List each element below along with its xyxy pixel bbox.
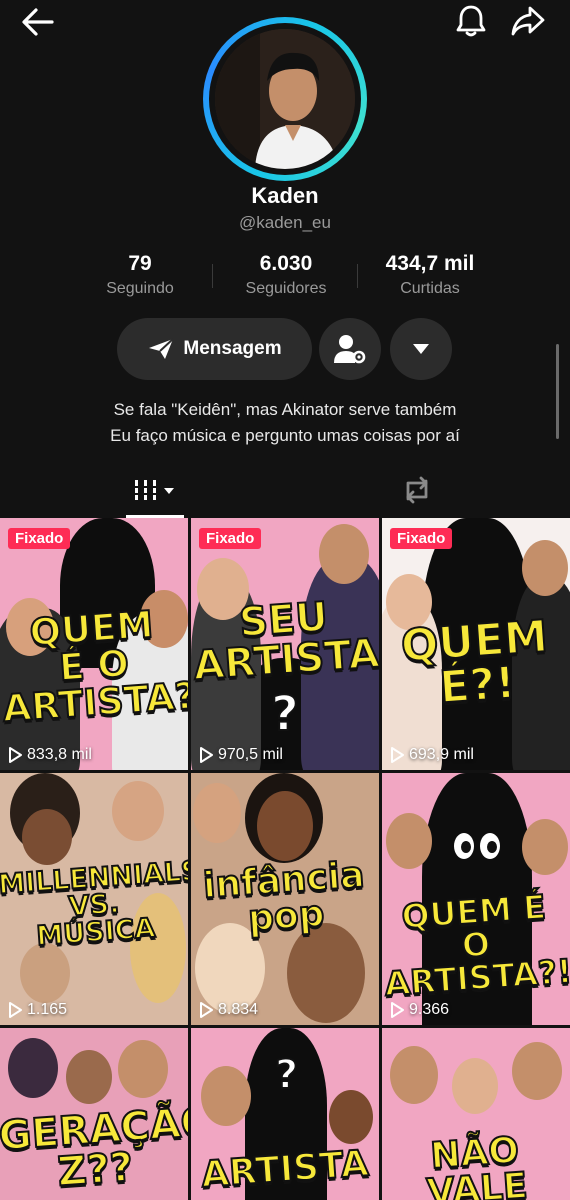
message-button[interactable]: Mensagem bbox=[117, 318, 312, 380]
profile-photo bbox=[215, 29, 355, 169]
stat-label: Curtidas bbox=[400, 280, 460, 297]
thumbnail-title: infância pop bbox=[201, 853, 367, 940]
profile-actions: Mensagem bbox=[0, 318, 570, 380]
thumbnail-title: QUEM É O ARTISTA?? bbox=[0, 602, 188, 732]
pinned-badge: Fixado bbox=[390, 528, 453, 549]
tab-videos[interactable] bbox=[126, 462, 184, 518]
video-thumbnail[interactable]: Fixado QUEM É O ARTISTA?? 833,8 mil bbox=[0, 518, 188, 770]
video-thumbnail[interactable]: QUEM ÉO ARTISTA?! 9.366 bbox=[382, 773, 570, 1025]
scroll-indicator[interactable] bbox=[556, 344, 559, 439]
video-thumbnail[interactable]: ? ARTISTA bbox=[191, 1028, 379, 1200]
video-thumbnail[interactable]: Fixado QUEM É?! 693,9 mil bbox=[382, 518, 570, 770]
tab-reposts[interactable] bbox=[390, 462, 444, 518]
play-icon bbox=[9, 747, 22, 763]
arrow-left-icon bbox=[22, 8, 54, 36]
stat-value: 434,7 mil bbox=[385, 252, 475, 275]
play-icon bbox=[391, 747, 404, 763]
stat-label: Seguindo bbox=[106, 280, 174, 297]
back-button[interactable] bbox=[18, 4, 58, 40]
thumbnail-title: SEU ARTISTA bbox=[191, 593, 379, 690]
stat-likes[interactable]: 434,7 mil Curtidas bbox=[368, 252, 492, 298]
video-thumbnail[interactable]: GERAÇÃO Z?? bbox=[0, 1028, 188, 1200]
profile-stats: 79 Seguindo 6.030 Seguidores 434,7 mil C… bbox=[0, 252, 570, 304]
pinned-badge: Fixado bbox=[199, 528, 262, 549]
stat-following[interactable]: 79 Seguindo bbox=[90, 252, 190, 298]
video-thumbnail[interactable]: infância pop 8.834 bbox=[191, 773, 379, 1025]
share-icon bbox=[511, 6, 545, 36]
repost-icon bbox=[406, 476, 428, 504]
pinned-badge: Fixado bbox=[8, 528, 71, 549]
play-icon bbox=[391, 1002, 404, 1018]
avatar bbox=[215, 29, 355, 169]
share-button[interactable] bbox=[508, 2, 548, 40]
message-button-label: Mensagem bbox=[183, 338, 282, 359]
play-icon bbox=[9, 1002, 22, 1018]
bell-icon bbox=[456, 5, 486, 37]
profile-page: Kaden @kaden_eu 79 Seguindo 6.030 Seguid… bbox=[0, 0, 570, 1200]
avatar-story-ring[interactable] bbox=[203, 17, 367, 181]
bio-line: Eu faço música e pergunto umas coisas po… bbox=[110, 426, 460, 445]
profile-bio: Se fala "Keidên", mas Akinator serve tam… bbox=[0, 397, 570, 449]
thumbnail-title: NÃO VALE bbox=[425, 1129, 530, 1200]
dropdown-triangle-icon bbox=[413, 344, 429, 354]
view-count: 970,5 mil bbox=[199, 746, 283, 764]
user-settings-icon bbox=[334, 335, 366, 364]
profile-name: Kaden bbox=[251, 183, 319, 208]
notifications-button[interactable] bbox=[452, 2, 490, 40]
send-icon bbox=[149, 338, 175, 359]
stat-label: Seguidores bbox=[245, 280, 327, 297]
thumbnail-title: GERAÇÃO Z?? bbox=[0, 1098, 188, 1197]
stat-value: 79 bbox=[128, 252, 152, 275]
stat-divider bbox=[212, 264, 213, 288]
view-count: 833,8 mil bbox=[8, 746, 92, 764]
thumbnail-title: MILLENNIALS VS. MÚSICA bbox=[0, 855, 188, 954]
view-count: 8.834 bbox=[199, 1001, 258, 1019]
video-thumbnail[interactable]: NÃO VALE bbox=[382, 1028, 570, 1200]
video-thumbnail[interactable]: ? Fixado SEU ARTISTA 970,5 mil bbox=[191, 518, 379, 770]
stat-followers[interactable]: 6.030 Seguidores bbox=[226, 252, 346, 298]
thumbnail-title: ARTISTA bbox=[199, 1142, 371, 1197]
more-options-button[interactable] bbox=[390, 318, 452, 380]
profile-handle: @kaden_eu bbox=[239, 213, 331, 232]
play-icon bbox=[200, 747, 213, 763]
video-grid: Fixado QUEM É O ARTISTA?? 833,8 mil ? Fixa… bbox=[0, 518, 570, 1200]
profile-tabs bbox=[0, 462, 570, 518]
thumbnail-title: QUEM É?! bbox=[398, 610, 550, 715]
video-thumbnail[interactable]: MILLENNIALS VS. MÚSICA 1.165 bbox=[0, 773, 188, 1025]
thumbnail-title: QUEM ÉO ARTISTA?! bbox=[382, 886, 570, 1004]
view-count: 1.165 bbox=[8, 1001, 67, 1019]
play-icon bbox=[200, 1002, 213, 1018]
view-count: 9.366 bbox=[390, 1001, 449, 1019]
stat-divider bbox=[357, 264, 358, 288]
bio-line: Se fala "Keidên", mas Akinator serve tam… bbox=[113, 400, 457, 419]
stat-value: 6.030 bbox=[259, 252, 313, 275]
view-count: 693,9 mil bbox=[390, 746, 474, 764]
grid-icon bbox=[135, 480, 174, 500]
add-friend-button[interactable] bbox=[319, 318, 381, 380]
